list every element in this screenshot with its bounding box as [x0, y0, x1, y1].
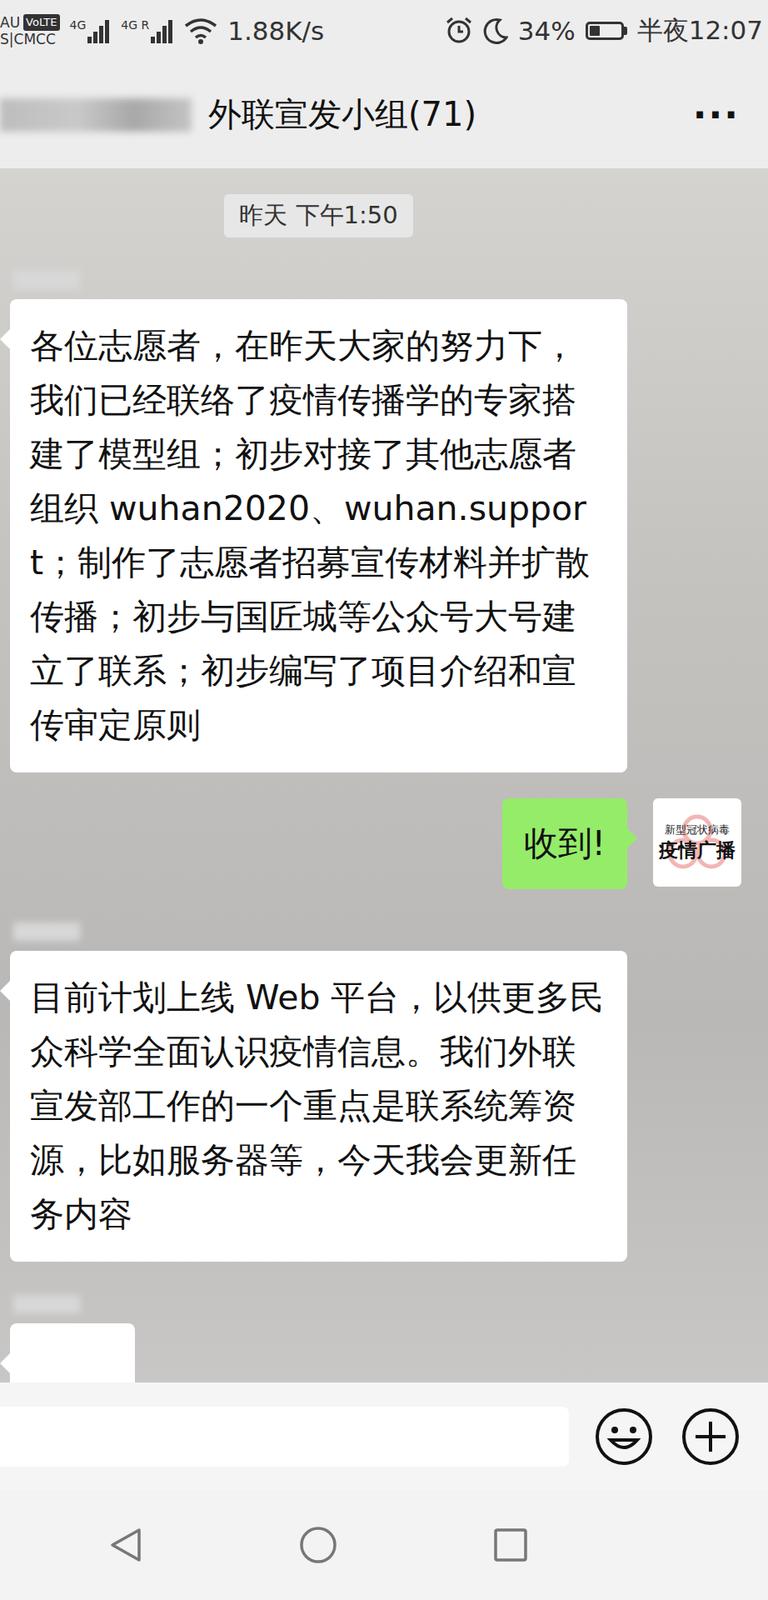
avatar-subtitle: 新型冠状病毒: [664, 822, 730, 838]
input-bar: [0, 1381, 768, 1490]
message-row: 目前计划上线 Web 平台，以供更多民众科学全面认识疫情信息。我们外联宣发部工作…: [9, 888, 742, 1262]
home-icon[interactable]: [298, 1524, 339, 1565]
blurred-group-name: [0, 98, 192, 132]
network-speed: 1.88K/s: [227, 15, 325, 46]
message-bubble[interactable]: 目前计划上线 Web 平台，以供更多民众科学全面认识疫情信息。我们外联宣发部工作…: [9, 950, 628, 1262]
message-row: [9, 1261, 742, 1382]
wifi-icon: [184, 17, 218, 45]
recent-apps-icon[interactable]: [490, 1524, 531, 1565]
avatar-title: 疫情广播: [658, 837, 736, 863]
alarm-icon: [444, 16, 474, 45]
status-bar: AUVoLTES|CMCC 4G 4G R 1.88K/s 34% 半夜12:07: [0, 0, 768, 61]
plus-icon[interactable]: [680, 1406, 741, 1467]
carrier-label: AUVoLTES|CMCC: [0, 14, 60, 48]
signal-bars-icon: [87, 18, 111, 44]
chat-title: 外联宣发小组(71): [208, 91, 477, 138]
user-avatar[interactable]: 新型冠状病毒疫情广播: [653, 797, 742, 887]
timestamp: 昨天 下午1:50: [224, 194, 413, 238]
navigation-bar: [0, 1489, 768, 1600]
phone-screen: AUVoLTES|CMCC 4G 4G R 1.88K/s 34% 半夜12:07 外联宣发…: [0, 0, 768, 1600]
moon-icon: [483, 17, 509, 45]
volte-badge: VoLTE: [23, 14, 60, 31]
more-button[interactable]: ···: [693, 93, 740, 136]
message-row: 收到! 新型冠状病毒疫情广播: [9, 797, 742, 889]
battery-icon: [585, 21, 628, 40]
blurred-sender-name: [13, 270, 80, 290]
signal-2: 4G R: [120, 18, 175, 44]
signal-1: 4G: [69, 18, 112, 44]
message-bubble[interactable]: 收到!: [502, 797, 628, 889]
back-icon[interactable]: [105, 1524, 146, 1565]
battery-percent: 34%: [518, 15, 576, 46]
message-input[interactable]: [0, 1406, 569, 1467]
signal-bars-icon: [150, 18, 175, 44]
message-row: 各位志愿者，在昨天大家的努力下，我们已经联络了疫情传播学的专家搭建了模型组；初步…: [9, 237, 742, 773]
chat-header: 外联宣发小组(71) ···: [0, 60, 768, 169]
chat-area[interactable]: 昨天 下午1:50 各位志愿者，在昨天大家的努力下，我们已经联络了疫情传播学的专家…: [0, 168, 768, 1382]
message-bubble[interactable]: 各位志愿者，在昨天大家的努力下，我们已经联络了疫情传播学的专家搭建了模型组；初步…: [9, 299, 628, 773]
blurred-sender-name: [13, 1294, 80, 1313]
clock: 半夜12:07: [637, 13, 764, 49]
message-bubble[interactable]: [9, 1322, 135, 1382]
emoji-icon[interactable]: [593, 1406, 654, 1467]
blurred-sender-name: [13, 922, 80, 941]
